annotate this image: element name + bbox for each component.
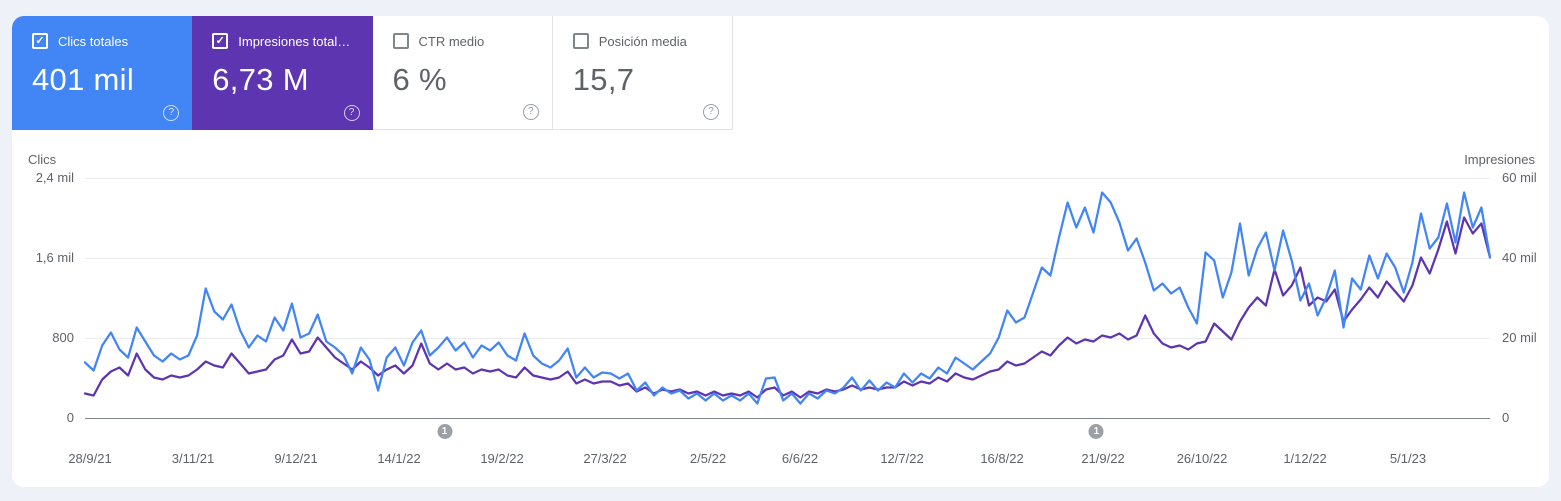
card-value: 6,73 M <box>212 62 309 97</box>
help-icon[interactable]: ? <box>522 104 539 120</box>
card-label: Impresiones total… <box>238 33 351 49</box>
help-icon[interactable]: ? <box>163 105 180 121</box>
card-label: Clics totales <box>58 33 129 49</box>
checkbox-avg-position[interactable] <box>572 33 589 49</box>
checkbox-avg-ctr[interactable] <box>392 33 409 49</box>
clicks-line[interactable] <box>83 191 1492 405</box>
help-icon[interactable]: ? <box>343 105 360 121</box>
card-total-impressions[interactable]: ✓ Impresiones total… 6,73 M ? <box>192 16 373 130</box>
card-label: CTR medio <box>418 33 485 49</box>
metric-cards: ✓ Clics totales 401 mil ? ✓ Impresiones … <box>12 16 733 130</box>
checkbox-total-impressions[interactable]: ✓ <box>212 33 229 49</box>
card-avg-position[interactable]: Posición media 15,7 ? <box>552 16 733 130</box>
card-total-clicks[interactable]: ✓ Clics totales 401 mil ? <box>12 16 193 130</box>
card-value: 401 mil <box>32 62 135 97</box>
checkbox-total-clicks[interactable]: ✓ <box>32 33 48 49</box>
card-label: Posición media <box>598 33 687 49</box>
card-value: 15,7 <box>572 62 635 97</box>
help-icon[interactable]: ? <box>703 104 719 120</box>
card-value: 6 % <box>392 62 447 97</box>
card-avg-ctr[interactable]: CTR medio 6 % ? <box>372 16 553 130</box>
